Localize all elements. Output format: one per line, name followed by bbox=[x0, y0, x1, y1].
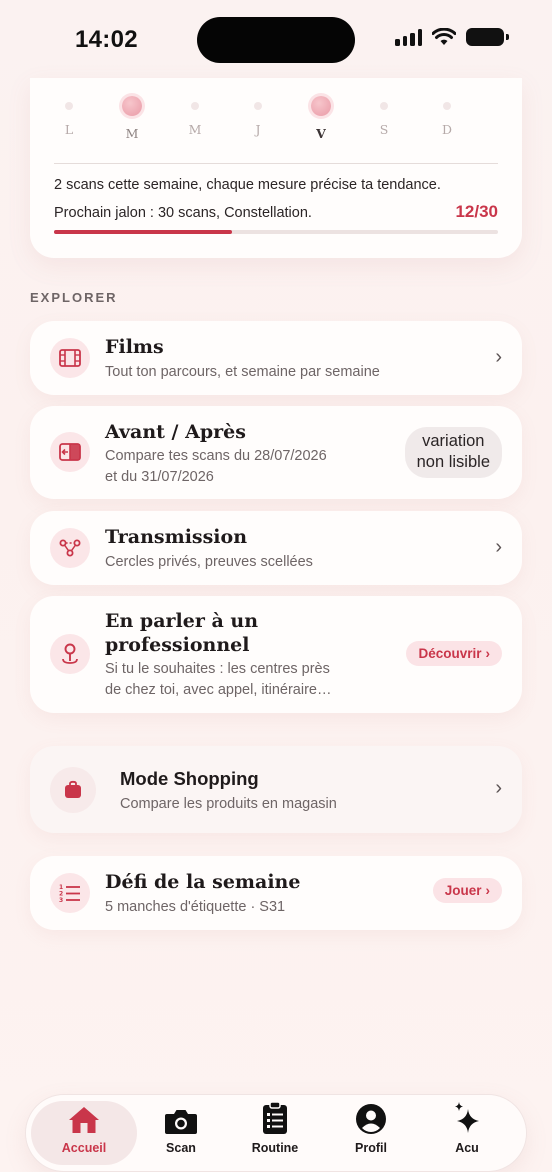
day-label: M bbox=[188, 122, 202, 137]
challenge-title: Défi de la semaine bbox=[105, 871, 301, 893]
day-label: J bbox=[255, 122, 261, 137]
day-dot bbox=[122, 96, 142, 116]
tab-label: Accueil bbox=[61, 1141, 107, 1155]
milestone-text: Prochain jalon : 30 scans, Constellation… bbox=[54, 205, 312, 221]
professional-title-line2: professionnel bbox=[105, 633, 250, 656]
variation-badge-line2: non lisible bbox=[416, 453, 490, 472]
day-label: L bbox=[64, 122, 74, 137]
sparkles-icon bbox=[420, 1101, 514, 1135]
profile-icon bbox=[324, 1101, 418, 1135]
before-after-subtitle-line1: Compare tes scans du 28/07/2026 bbox=[105, 448, 327, 464]
numbered-list-icon: 123 bbox=[50, 873, 90, 913]
challenge-subtitle: 5 manches d'étiquette · S31 bbox=[105, 899, 286, 915]
tab-scan[interactable]: Scan bbox=[134, 1101, 228, 1165]
shopping-bag-icon bbox=[50, 767, 96, 813]
share-nodes-icon bbox=[50, 528, 90, 568]
shopping-mode-row[interactable]: Mode Shopping Compare les produits en ma… bbox=[30, 746, 522, 833]
svg-text:3: 3 bbox=[59, 897, 63, 903]
day-thursday: J bbox=[243, 94, 273, 137]
before-after-title: Avant / Après bbox=[105, 421, 246, 443]
day-monday: L bbox=[54, 94, 84, 137]
play-button-label: Jouer bbox=[444, 883, 482, 898]
tab-label: Routine bbox=[251, 1141, 299, 1155]
chevron-right-icon: › bbox=[495, 346, 502, 368]
variation-badge-line1: variation bbox=[422, 432, 485, 450]
dynamic-island bbox=[197, 17, 355, 63]
play-button[interactable]: Jouer › bbox=[432, 878, 502, 903]
compare-icon bbox=[50, 432, 90, 472]
day-label: V bbox=[316, 126, 326, 141]
tab-home[interactable]: Accueil bbox=[31, 1101, 137, 1165]
day-saturday: S bbox=[369, 94, 399, 137]
day-label: S bbox=[379, 122, 389, 137]
status-icons bbox=[395, 28, 509, 46]
day-label: D bbox=[441, 122, 453, 137]
tab-routine[interactable]: Routine bbox=[228, 1101, 322, 1165]
weekly-scans-text: 2 scans cette semaine, chaque mesure pré… bbox=[54, 177, 441, 193]
cellular-signal-icon bbox=[395, 28, 422, 46]
day-dot bbox=[443, 102, 451, 110]
tab-bar: Accueil Scan Routine Profil Acu bbox=[26, 1095, 526, 1171]
tab-label: Scan bbox=[166, 1141, 196, 1155]
professional-row[interactable]: En parler à un professionnel Si tu le so… bbox=[30, 596, 522, 713]
professional-title: En parler à un professionnel bbox=[105, 610, 258, 658]
divider bbox=[54, 163, 498, 164]
variation-badge: variation non lisible bbox=[404, 427, 502, 478]
transmission-title: Transmission bbox=[105, 526, 248, 548]
day-dot bbox=[380, 102, 388, 110]
films-subtitle: Tout ton parcours, et semaine par semain… bbox=[105, 364, 380, 380]
day-tuesday: M bbox=[117, 94, 147, 141]
before-after-row[interactable]: Avant / Après Compare tes scans du 28/07… bbox=[30, 406, 522, 499]
status-bar: 14:02 bbox=[0, 0, 552, 80]
day-sunday: D bbox=[432, 94, 462, 137]
tab-acu[interactable]: Acu bbox=[420, 1101, 514, 1165]
day-dot bbox=[65, 102, 73, 110]
weekly-challenge-row[interactable]: 123 Défi de la semaine 5 manches d'étiqu… bbox=[30, 856, 522, 930]
tab-label: Profil bbox=[355, 1141, 387, 1155]
films-row[interactable]: Films Tout ton parcours, et semaine par … bbox=[30, 321, 522, 395]
battery-icon bbox=[466, 28, 509, 46]
section-label-explorer: EXPLORER bbox=[30, 290, 118, 305]
day-label: M bbox=[125, 126, 139, 141]
discover-button[interactable]: Découvrir › bbox=[406, 641, 502, 666]
wifi-icon bbox=[432, 28, 456, 45]
milestone-count: 12/30 bbox=[455, 202, 498, 221]
shopping-mode-title: Mode Shopping bbox=[120, 768, 259, 789]
camera-icon bbox=[134, 1101, 228, 1135]
day-dot bbox=[311, 96, 331, 116]
week-days: L M M J V S D bbox=[54, 94, 498, 154]
weekly-progress-card: L M M J V S D 2 scans cette semaine, cha… bbox=[30, 78, 522, 258]
before-after-subtitle-line2: et du 31/07/2026 bbox=[105, 469, 214, 486]
before-after-subtitle: Compare tes scans du 28/07/2026 et du 31… bbox=[105, 446, 327, 488]
clipboard-icon bbox=[228, 1101, 322, 1135]
day-friday: V bbox=[306, 94, 336, 141]
home-icon bbox=[31, 1101, 137, 1135]
films-title: Films bbox=[105, 336, 164, 358]
professional-title-line1: En parler à un bbox=[105, 610, 259, 632]
shopping-mode-subtitle: Compare les produits en magasin bbox=[120, 796, 337, 812]
chevron-right-icon: › bbox=[495, 777, 502, 799]
milestone-progress-bar bbox=[54, 230, 498, 234]
chevron-right-icon: › bbox=[485, 646, 491, 661]
chevron-right-icon: › bbox=[495, 536, 502, 558]
milestone-progress-fill bbox=[54, 230, 232, 234]
professional-subtitle-line2: de chez toi, avec appel, itinéraire… bbox=[105, 682, 332, 699]
map-pin-icon bbox=[50, 634, 90, 674]
day-dot bbox=[191, 102, 199, 110]
professional-subtitle-line1: Si tu le souhaites : les centres près bbox=[105, 661, 330, 677]
transmission-row[interactable]: Transmission Cercles privés, preuves sce… bbox=[30, 511, 522, 585]
professional-subtitle: Si tu le souhaites : les centres près de… bbox=[105, 659, 332, 701]
discover-button-label: Découvrir bbox=[418, 646, 482, 661]
tab-label: Acu bbox=[455, 1141, 479, 1155]
status-time: 14:02 bbox=[75, 26, 138, 53]
chevron-right-icon: › bbox=[485, 883, 491, 898]
transmission-subtitle: Cercles privés, preuves scellées bbox=[105, 554, 313, 570]
film-icon bbox=[50, 338, 90, 378]
day-wednesday: M bbox=[180, 94, 210, 137]
day-dot bbox=[254, 102, 262, 110]
tab-profile[interactable]: Profil bbox=[324, 1101, 418, 1165]
